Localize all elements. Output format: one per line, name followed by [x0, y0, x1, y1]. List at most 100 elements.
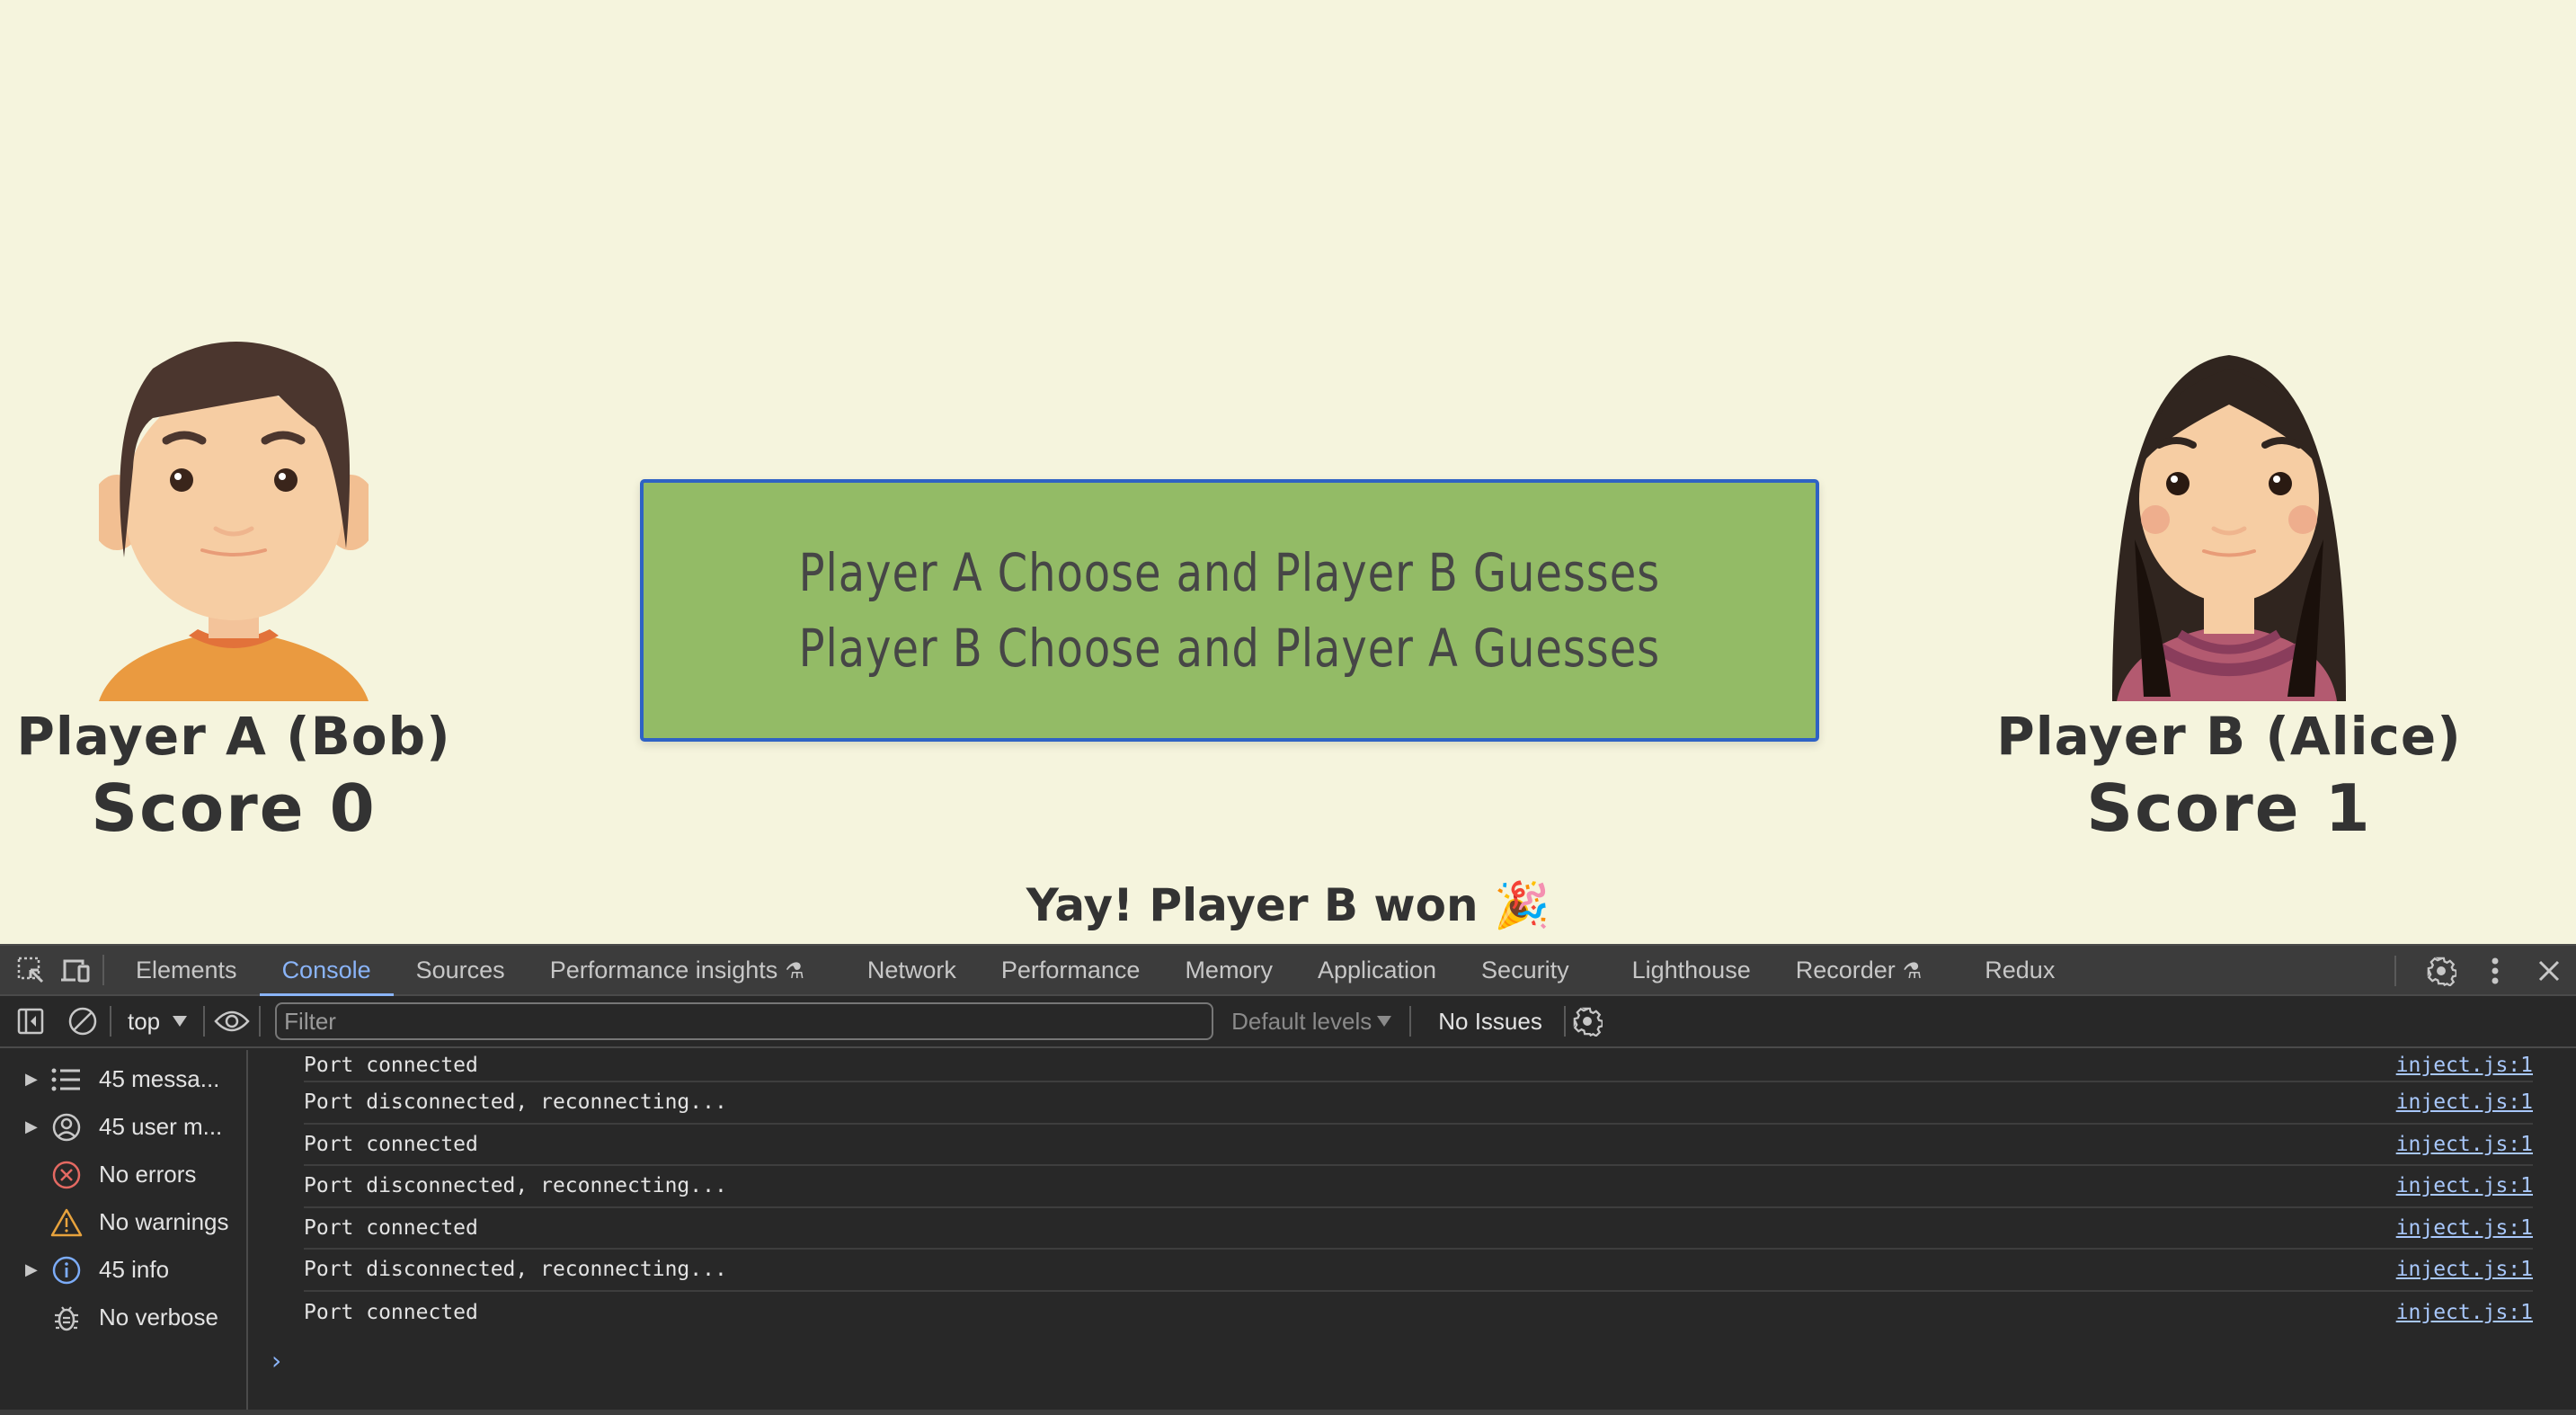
- tab-recorder[interactable]: Recorder ⚗: [1773, 945, 1945, 995]
- issues-counter[interactable]: No Issues: [1420, 1008, 1560, 1036]
- list-icon: [47, 1062, 86, 1098]
- log-levels-label: Default levels: [1231, 1007, 1372, 1035]
- message-text: Port connected: [304, 1132, 478, 1156]
- tab-elements[interactable]: Elements: [113, 945, 260, 995]
- console-prompt-input[interactable]: ›: [271, 1346, 2576, 1375]
- device-toolbar-icon[interactable]: [58, 952, 93, 988]
- console-toolbar: top Default levels No Issues: [0, 996, 2576, 1048]
- divider: [102, 955, 104, 985]
- dropdown-arrow-icon: [173, 1016, 188, 1027]
- live-expression-eye-icon[interactable]: [214, 1003, 250, 1039]
- tab-label: Performance insights: [549, 957, 778, 983]
- tab-sources[interactable]: Sources: [394, 945, 528, 995]
- close-devtools-icon[interactable]: [2531, 953, 2567, 989]
- divider: [110, 1006, 111, 1037]
- message-source-link[interactable]: inject.js:1: [2396, 1258, 2533, 1281]
- clear-console-icon[interactable]: [65, 1003, 101, 1039]
- sidebar-item-label: 45 messa...: [99, 1065, 220, 1092]
- message-source-link[interactable]: inject.js:1: [2396, 1174, 2533, 1197]
- sidebar-item-user-messages[interactable]: ▶ 45 user m...: [0, 1103, 246, 1151]
- divider: [2394, 956, 2396, 986]
- message-source-link[interactable]: inject.js:1: [2396, 1133, 2533, 1156]
- sidebar-item-errors[interactable]: ▶ No errors: [0, 1151, 246, 1198]
- girl-avatar-icon: [2112, 355, 2346, 701]
- tab-console[interactable]: Console: [259, 945, 394, 997]
- sidebar-item-label: 45 info: [99, 1256, 170, 1283]
- expand-arrow-icon[interactable]: ▶: [0, 1070, 38, 1089]
- console-message: Port connected inject.js:1: [304, 1050, 2533, 1082]
- message-source-link[interactable]: inject.js:1: [2396, 1090, 2533, 1114]
- settings-gear-icon[interactable]: [2423, 953, 2459, 989]
- console-message: Port connected inject.js:1: [304, 1125, 2533, 1166]
- devtools-tabbar: Elements Console Sources Performance ins…: [0, 944, 2576, 997]
- toggle-sidebar-icon[interactable]: [13, 1003, 49, 1039]
- context-value: top: [128, 1007, 161, 1035]
- tab-performance-insights[interactable]: Performance insights ⚗: [528, 945, 827, 995]
- player-a-name: Player A (Bob): [16, 706, 451, 767]
- tab-label: Recorder: [1795, 957, 1896, 983]
- message-source-link[interactable]: inject.js:1: [2396, 1054, 2533, 1077]
- console-message: Port disconnected, reconnecting... injec…: [304, 1082, 2533, 1125]
- player-b-name: Player B (Alice): [1996, 706, 2462, 767]
- sidebar-item-label: No verbose: [99, 1304, 218, 1330]
- console-message: Port disconnected, reconnecting... injec…: [304, 1250, 2533, 1292]
- message-text: Port disconnected, reconnecting...: [304, 1090, 727, 1115]
- more-options-icon[interactable]: [2477, 953, 2513, 989]
- message-source-link[interactable]: inject.js:1: [2396, 1301, 2533, 1324]
- game-page: Player A (Bob) Score 0 Player A Choose a…: [0, 0, 2576, 944]
- player-a-score: Score 0: [91, 770, 377, 846]
- context-selector[interactable]: top: [120, 1008, 194, 1036]
- message-text: Port connected: [304, 1215, 478, 1240]
- divider: [1409, 1006, 1412, 1037]
- sidebar-item-messages[interactable]: ▶ 45 messa...: [0, 1055, 246, 1103]
- message-text: Port disconnected, reconnecting...: [304, 1174, 727, 1198]
- message-text: Port connected: [304, 1054, 478, 1077]
- player-b-score: Score 1: [2086, 770, 2372, 846]
- sidebar-item-info[interactable]: ▶ 45 info: [0, 1246, 246, 1294]
- mode-option-b-chooses[interactable]: Player B Choose and Player A Guesses: [799, 610, 1660, 686]
- tab-lighthouse[interactable]: Lighthouse: [1610, 945, 1773, 995]
- expand-arrow-icon[interactable]: ▶: [0, 1117, 38, 1136]
- flask-icon: ⚗: [1902, 959, 1923, 983]
- message-text: Port disconnected, reconnecting...: [304, 1258, 727, 1282]
- divider: [203, 1006, 206, 1037]
- console-filter-input[interactable]: [275, 1002, 1214, 1040]
- console-message: Port connected inject.js:1: [304, 1208, 2533, 1250]
- player-a-panel: Player A (Bob) Score 0: [0, 333, 467, 849]
- console-messages: Port connected inject.js:1 Port disconne…: [248, 1050, 2576, 1415]
- devtools-bottom-edge: [0, 1410, 2576, 1415]
- dropdown-arrow-icon: [1377, 1016, 1392, 1027]
- tab-redux[interactable]: Redux: [1962, 945, 2077, 995]
- error-icon: [47, 1157, 86, 1193]
- flask-icon: ⚗: [785, 959, 804, 983]
- console-body: ▶ 45 messa... ▶ 45 user m... ▶ No errors…: [0, 1050, 2576, 1415]
- tabbar-actions: [2385, 946, 2567, 996]
- result-text: Yay! Player B won: [1026, 879, 1479, 931]
- tab-performance[interactable]: Performance: [979, 945, 1163, 995]
- sidebar-item-label: No errors: [99, 1161, 197, 1188]
- sidebar-item-verbose[interactable]: ▶ No verbose: [0, 1294, 246, 1341]
- tab-security[interactable]: Security: [1459, 945, 1592, 995]
- prompt-chevron-icon: ›: [271, 1346, 282, 1375]
- boy-avatar-icon: [99, 342, 369, 701]
- game-mode-box[interactable]: Player A Choose and Player B Guesses Pla…: [640, 479, 1819, 742]
- inspect-element-icon[interactable]: [13, 952, 49, 988]
- log-levels-dropdown[interactable]: Default levels: [1231, 1007, 1392, 1036]
- tab-network[interactable]: Network: [845, 945, 979, 995]
- divider: [1563, 1006, 1566, 1037]
- console-sidebar: ▶ 45 messa... ▶ 45 user m... ▶ No errors…: [0, 1050, 248, 1415]
- player-b-panel: Player B (Alice) Score 1: [1995, 333, 2463, 849]
- tab-memory[interactable]: Memory: [1162, 945, 1295, 995]
- user-icon: [47, 1109, 86, 1145]
- result-message: Yay! Player B won 🎉: [0, 879, 2576, 932]
- tab-application[interactable]: Application: [1295, 945, 1459, 995]
- message-source-link[interactable]: inject.js:1: [2396, 1216, 2533, 1240]
- console-message: Port disconnected, reconnecting... injec…: [304, 1166, 2533, 1208]
- message-text: Port connected: [304, 1300, 478, 1324]
- console-settings-gear-icon[interactable]: [1569, 1003, 1605, 1039]
- mode-option-a-chooses[interactable]: Player A Choose and Player B Guesses: [799, 535, 1660, 610]
- expand-arrow-icon[interactable]: ▶: [0, 1260, 38, 1279]
- sidebar-item-warnings[interactable]: ▶ No warnings: [0, 1198, 246, 1246]
- party-popper-icon: 🎉: [1494, 879, 1550, 931]
- warning-icon: [47, 1205, 86, 1241]
